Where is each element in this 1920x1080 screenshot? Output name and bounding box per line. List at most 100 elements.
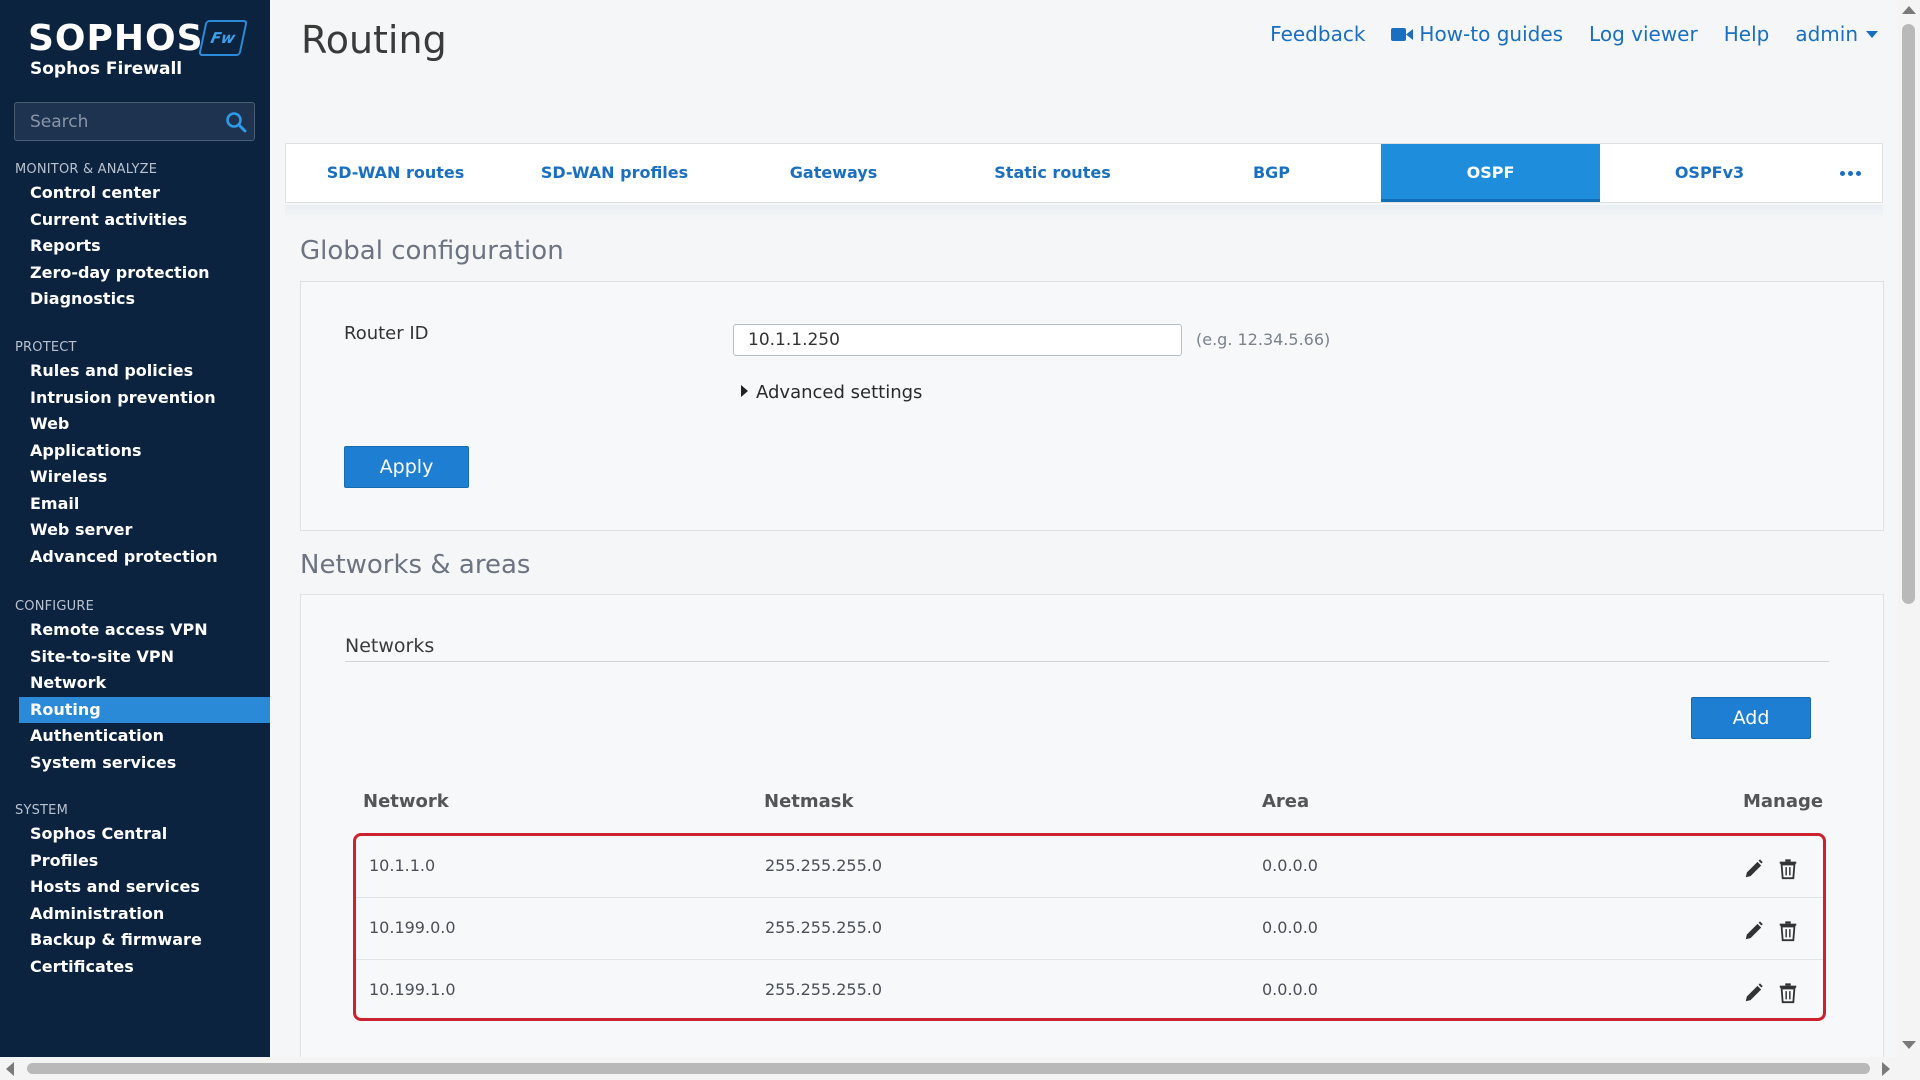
nav-section-system: SYSTEM Sophos Central Profiles Hosts and…	[0, 801, 270, 980]
nav-item-email[interactable]: Email	[0, 491, 270, 518]
nav-item-site-to-site-vpn[interactable]: Site-to-site VPN	[0, 644, 270, 671]
tab-static-routes[interactable]: Static routes	[943, 144, 1162, 202]
tab-ospf[interactable]: OSPF	[1381, 144, 1600, 202]
table-row: 10.199.1.0 255.255.255.0 0.0.0.0	[356, 960, 1823, 1018]
network-cell: 10.199.0.0	[369, 918, 456, 937]
chevron-down-icon	[1866, 31, 1878, 38]
routing-tabs: SD-WAN routes SD-WAN profiles Gateways S…	[285, 143, 1883, 203]
nav-heading: MONITOR & ANALYZE	[15, 162, 158, 177]
more-tabs-button[interactable]	[1819, 144, 1882, 202]
feedback-link[interactable]: Feedback	[1270, 22, 1365, 46]
nav-item-routing[interactable]: Routing	[19, 696, 270, 723]
column-header-netmask[interactable]: Netmask	[764, 791, 853, 812]
page-title: Routing	[301, 18, 447, 62]
log-viewer-link[interactable]: Log viewer	[1589, 22, 1698, 46]
search-input[interactable]	[15, 103, 220, 140]
how-to-guides-link[interactable]: How-to guides	[1391, 22, 1563, 46]
edit-pencil-icon[interactable]	[1743, 858, 1765, 880]
main-content: Routing Feedback How-to guides Log viewe…	[270, 0, 1898, 1057]
nav-item-certificates[interactable]: Certificates	[0, 954, 270, 981]
tab-sd-wan-routes[interactable]: SD-WAN routes	[286, 144, 505, 202]
nav-item-web-server[interactable]: Web server	[0, 517, 270, 544]
netmask-cell: 255.255.255.0	[765, 856, 883, 875]
row-actions	[1743, 920, 1799, 942]
advanced-settings-label: Advanced settings	[756, 382, 923, 403]
nav-item-advanced-protection[interactable]: Advanced protection	[0, 544, 270, 571]
firewall-badge-icon: Fw	[198, 20, 248, 56]
tab-sd-wan-profiles[interactable]: SD-WAN profiles	[505, 144, 724, 202]
global-config-title: Global configuration	[300, 236, 564, 266]
tab-shadow	[285, 205, 1883, 219]
table-row: 10.199.0.0 255.255.255.0 0.0.0.0	[356, 898, 1823, 960]
router-id-input[interactable]	[733, 324, 1182, 356]
networks-subheading: Networks	[345, 635, 435, 657]
scroll-left-arrow-icon[interactable]	[6, 1062, 14, 1076]
column-header-network[interactable]: Network	[363, 791, 449, 812]
trash-icon[interactable]	[1777, 920, 1799, 942]
nav-item-administration[interactable]: Administration	[0, 901, 270, 928]
trash-icon[interactable]	[1777, 982, 1799, 1004]
user-name: admin	[1795, 22, 1858, 46]
nav-section-configure: CONFIGURE Remote access VPN Site-to-site…	[0, 597, 270, 776]
trash-icon[interactable]	[1777, 858, 1799, 880]
nav-item-system-services[interactable]: System services	[0, 750, 270, 777]
nav-heading: CONFIGURE	[15, 599, 94, 614]
column-header-area[interactable]: Area	[1262, 791, 1309, 812]
caret-right-icon	[741, 385, 748, 397]
area-cell: 0.0.0.0	[1262, 980, 1318, 999]
row-actions	[1743, 982, 1799, 1004]
nav-item-control-center[interactable]: Control center	[0, 180, 270, 207]
network-cell: 10.199.1.0	[369, 980, 456, 999]
help-link[interactable]: Help	[1724, 22, 1770, 46]
scroll-up-arrow-icon[interactable]	[1902, 6, 1916, 14]
user-menu[interactable]: admin	[1795, 22, 1878, 46]
divider	[345, 661, 1829, 662]
nav-item-hosts-and-services[interactable]: Hosts and services	[0, 874, 270, 901]
scroll-down-arrow-icon[interactable]	[1902, 1041, 1916, 1049]
network-cell: 10.1.1.0	[369, 856, 436, 875]
more-dots-icon	[1840, 171, 1861, 176]
nav-item-zero-day-protection[interactable]: Zero-day protection	[0, 260, 270, 287]
tab-ospfv3[interactable]: OSPFv3	[1600, 144, 1819, 202]
nav-item-intrusion-prevention[interactable]: Intrusion prevention	[0, 385, 270, 412]
apply-button[interactable]: Apply	[344, 446, 469, 488]
nav-item-sophos-central[interactable]: Sophos Central	[0, 821, 270, 848]
nav-item-rules-and-policies[interactable]: Rules and policies	[0, 358, 270, 385]
sidebar: SOPHOS Fw Sophos Firewall MONITOR & ANAL…	[0, 0, 270, 1057]
search-box	[14, 102, 255, 141]
scroll-right-arrow-icon[interactable]	[1882, 1062, 1890, 1076]
how-to-guides-label: How-to guides	[1419, 22, 1564, 46]
brand-logo: SOPHOS	[28, 18, 204, 59]
nav-item-current-activities[interactable]: Current activities	[0, 207, 270, 234]
networks-table-body: 10.1.1.0 255.255.255.0 0.0.0.0 10.199.0.…	[353, 833, 1826, 1021]
nav-heading: PROTECT	[15, 340, 77, 355]
column-header-manage: Manage	[1743, 791, 1824, 812]
edit-pencil-icon[interactable]	[1743, 982, 1765, 1004]
advanced-settings-toggle[interactable]: Advanced settings	[741, 382, 922, 403]
nav-item-applications[interactable]: Applications	[0, 438, 270, 465]
vertical-scroll-thumb[interactable]	[1902, 24, 1915, 604]
nav-item-network[interactable]: Network	[0, 670, 270, 697]
search-icon[interactable]	[224, 110, 248, 134]
app-root: SOPHOS Fw Sophos Firewall MONITOR & ANAL…	[0, 0, 1920, 1080]
nav-item-remote-access-vpn[interactable]: Remote access VPN	[0, 617, 270, 644]
row-actions	[1743, 858, 1799, 880]
nav-item-profiles[interactable]: Profiles	[0, 848, 270, 875]
networks-areas-title: Networks & areas	[300, 550, 531, 580]
horizontal-scroll-thumb[interactable]	[27, 1063, 1870, 1074]
tab-bgp[interactable]: BGP	[1162, 144, 1381, 202]
add-network-button[interactable]: Add	[1691, 697, 1811, 739]
netmask-cell: 255.255.255.0	[765, 918, 883, 937]
nav-item-reports[interactable]: Reports	[0, 233, 270, 260]
networks-panel: Networks Add Network Netmask Area Manage…	[300, 594, 1884, 1057]
router-id-label: Router ID	[344, 323, 429, 344]
nav-item-wireless[interactable]: Wireless	[0, 464, 270, 491]
global-config-panel: Router ID (e.g. 12.34.5.66) Advanced set…	[300, 281, 1884, 531]
edit-pencil-icon[interactable]	[1743, 920, 1765, 942]
table-row: 10.1.1.0 255.255.255.0 0.0.0.0	[356, 836, 1823, 898]
tab-gateways[interactable]: Gateways	[724, 144, 943, 202]
nav-item-diagnostics[interactable]: Diagnostics	[0, 286, 270, 313]
nav-item-backup-firmware[interactable]: Backup & firmware	[0, 927, 270, 954]
nav-item-authentication[interactable]: Authentication	[0, 723, 270, 750]
nav-item-web[interactable]: Web	[0, 411, 270, 438]
